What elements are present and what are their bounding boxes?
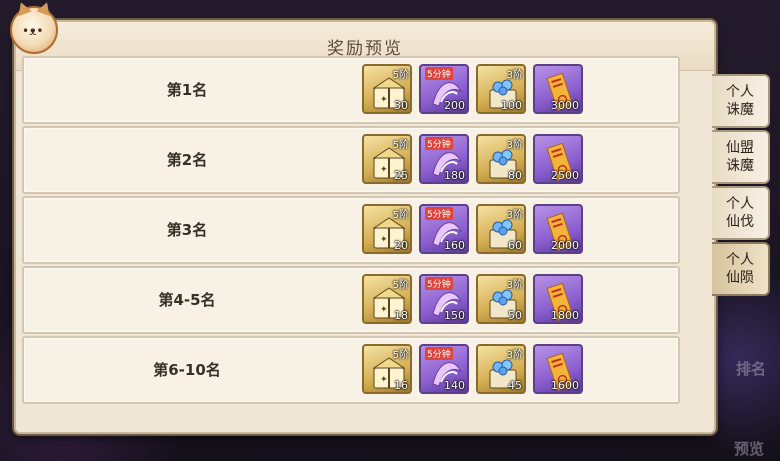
item-tier-tag: 5阶	[392, 140, 409, 151]
tab-label: 仙盟 诛魔	[726, 140, 754, 174]
reward-item[interactable]: 1800	[533, 274, 583, 324]
cat-mascot-icon: •ᴥ•	[10, 0, 58, 54]
item-tier-tag: 3阶	[506, 350, 523, 361]
item-count: 60	[508, 239, 522, 252]
reward-item[interactable]: ✦ 5阶 16	[362, 344, 412, 394]
tab-label: 个人 仙陨	[726, 252, 754, 286]
item-tier-tag: 5分钟	[425, 207, 453, 220]
item-count: 2000	[551, 239, 579, 252]
reward-row: 第2名 ✦ 5阶 25 5分钟 180 3阶 80 2500	[22, 126, 680, 194]
reward-item[interactable]: ✦ 5阶 30	[362, 64, 412, 114]
item-count: 100	[501, 99, 522, 112]
tab-1[interactable]: 个人 诛魔	[712, 74, 770, 128]
item-count: 25	[394, 169, 408, 182]
reward-item[interactable]: 3阶 60	[476, 204, 526, 254]
rank-label: 第1名	[166, 81, 208, 99]
item-count: 3000	[551, 99, 579, 112]
item-count: 18	[394, 309, 408, 322]
item-tier-tag: 5阶	[392, 70, 409, 81]
reward-item[interactable]: 2000	[533, 204, 583, 254]
reward-item[interactable]: 5分钟 140	[419, 344, 469, 394]
item-tier-tag: 3阶	[506, 280, 523, 291]
item-tier-tag: 3阶	[506, 210, 523, 221]
item-tier-tag: 5阶	[392, 280, 409, 291]
item-tier-tag: 3阶	[506, 140, 523, 151]
reward-item[interactable]: 3000	[533, 64, 583, 114]
rank-button-label-bg[interactable]: 排名	[736, 358, 766, 379]
item-count: 2500	[551, 169, 579, 182]
reward-item[interactable]: 5分钟 150	[419, 274, 469, 324]
item-count: 30	[394, 99, 408, 112]
item-tier-tag: 5分钟	[425, 277, 453, 290]
reward-row: 第6-10名 ✦ 5阶 16 5分钟 140 3阶 45 1600	[22, 336, 680, 404]
svg-text:✦: ✦	[380, 165, 388, 175]
rank-label: 第6-10名	[153, 361, 221, 379]
preview-button-label-bg[interactable]: 预览	[734, 438, 764, 459]
item-count: 1600	[551, 379, 579, 392]
reward-row: 第3名 ✦ 5阶 20 5分钟 160 3阶 60 2000	[22, 196, 680, 264]
reward-item[interactable]: 1600	[533, 344, 583, 394]
tab-2[interactable]: 仙盟 诛魔	[712, 130, 770, 184]
tab-label: 个人 诛魔	[726, 84, 754, 118]
reward-item[interactable]: ✦ 5阶 25	[362, 134, 412, 184]
svg-text:✦: ✦	[380, 95, 388, 105]
reward-item[interactable]: 3阶 100	[476, 64, 526, 114]
reward-item[interactable]: 3阶 45	[476, 344, 526, 394]
reward-item[interactable]: 5分钟 160	[419, 204, 469, 254]
item-tier-tag: 3阶	[506, 70, 523, 81]
reward-item[interactable]: 3阶 50	[476, 274, 526, 324]
rank-label: 第2名	[166, 151, 208, 169]
item-count: 45	[508, 379, 522, 392]
item-count: 20	[394, 239, 408, 252]
reward-row: 第4-5名 ✦ 5阶 18 5分钟 150 3阶 50 1800	[22, 266, 680, 334]
item-count: 16	[394, 379, 408, 392]
item-tier-tag: 5分钟	[425, 137, 453, 150]
item-count: 50	[508, 309, 522, 322]
item-tier-tag: 5阶	[392, 210, 409, 221]
reward-item[interactable]: 2500	[533, 134, 583, 184]
rank-label: 第4-5名	[158, 291, 216, 309]
item-count: 140	[444, 379, 465, 392]
item-count: 200	[444, 99, 465, 112]
item-count: 1800	[551, 309, 579, 322]
reward-item[interactable]: 5分钟 200	[419, 64, 469, 114]
reward-item[interactable]: 5分钟 180	[419, 134, 469, 184]
item-tier-tag: 5分钟	[425, 347, 453, 360]
svg-text:✦: ✦	[380, 305, 388, 315]
item-count: 160	[444, 239, 465, 252]
svg-text:✦: ✦	[380, 375, 388, 385]
rank-label: 第3名	[166, 221, 208, 239]
item-tier-tag: 5分钟	[425, 67, 453, 80]
reward-item[interactable]: ✦ 5阶 20	[362, 204, 412, 254]
tab-4[interactable]: 个人 仙陨	[712, 242, 770, 296]
item-tier-tag: 5阶	[392, 350, 409, 361]
item-count: 180	[444, 169, 465, 182]
tab-3[interactable]: 个人 仙伐	[712, 186, 770, 240]
reward-item[interactable]: 3阶 80	[476, 134, 526, 184]
item-count: 80	[508, 169, 522, 182]
svg-text:✦: ✦	[380, 235, 388, 245]
reward-item[interactable]: ✦ 5阶 18	[362, 274, 412, 324]
tab-label: 个人 仙伐	[726, 196, 754, 230]
reward-row: 第1名 ✦ 5阶 30 5分钟 200 3阶 100 3000	[22, 56, 680, 124]
item-count: 150	[444, 309, 465, 322]
